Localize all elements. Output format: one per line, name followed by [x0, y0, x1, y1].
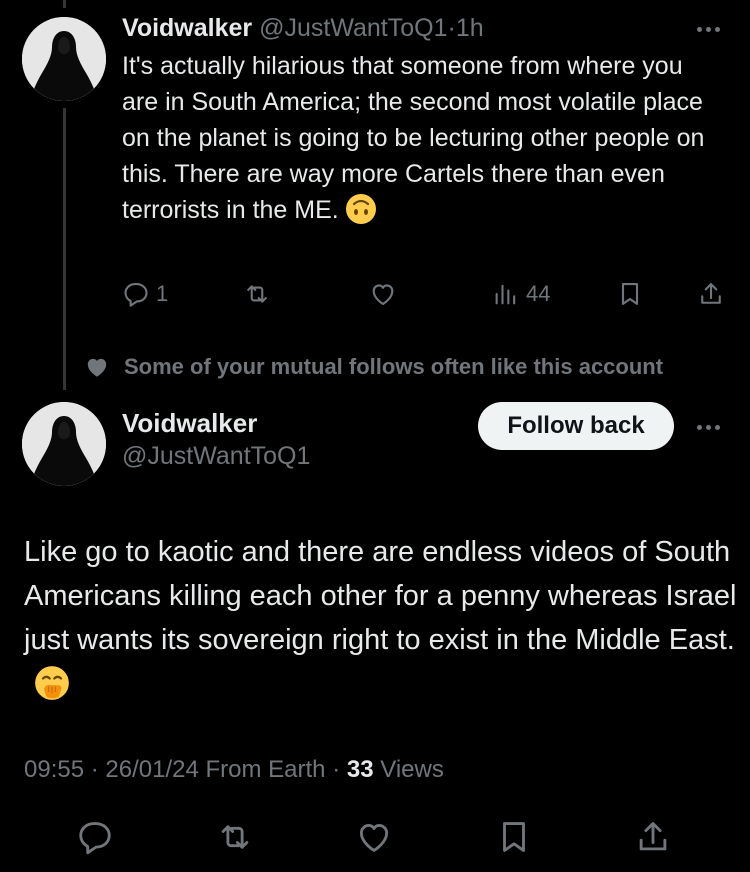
retweet-button[interactable]	[216, 818, 254, 856]
upside-down-face-icon	[345, 194, 376, 224]
face-with-hand-over-mouth-icon	[35, 666, 69, 700]
timestamp[interactable]: 1h	[456, 14, 484, 42]
heart-icon	[87, 358, 107, 377]
hooded-figure-avatar-icon	[22, 17, 106, 101]
views-count[interactable]: 33	[347, 756, 374, 783]
separator: ·	[90, 756, 99, 783]
tweet-source: From Earth	[205, 756, 326, 783]
retweet-icon	[247, 285, 267, 303]
retweet-icon	[221, 825, 249, 849]
more-options-icon[interactable]	[697, 425, 720, 430]
follow-back-button[interactable]: Follow back	[478, 402, 674, 450]
views-button[interactable]: 44	[492, 280, 550, 308]
like-button[interactable]	[355, 818, 393, 856]
reply-icon	[124, 283, 148, 307]
thread-line	[63, 108, 66, 390]
heart-icon	[359, 824, 389, 852]
tweet-time[interactable]: 09:55	[24, 756, 84, 783]
avatar[interactable]	[22, 17, 106, 101]
reply-button[interactable]: 1	[122, 280, 168, 308]
retweet-button[interactable]	[243, 280, 271, 308]
bookmark-icon	[621, 283, 639, 305]
handle[interactable]: @JustWantToQ1	[259, 14, 447, 42]
share-button[interactable]	[697, 280, 725, 308]
separator: ·	[332, 756, 341, 783]
heart-icon	[372, 284, 394, 305]
reply-icon	[79, 822, 111, 855]
avatar[interactable]	[22, 402, 106, 486]
bookmark-button[interactable]	[495, 818, 533, 856]
thread-line-top	[63, 0, 66, 8]
handle[interactable]: @JustWantToQ1	[122, 442, 310, 471]
display-name[interactable]: Voidwalker	[122, 408, 257, 439]
analytics-icon	[495, 284, 516, 305]
reply-count: 1	[156, 281, 169, 306]
tweet-text: It's actually hilarious that someone fro…	[122, 48, 722, 228]
display-name[interactable]: Voidwalker	[122, 14, 252, 42]
views-label[interactable]: Views	[380, 756, 444, 783]
share-button[interactable]	[634, 818, 672, 856]
tweet-date[interactable]: 26/01/24	[105, 756, 198, 783]
reply-button[interactable]	[76, 818, 114, 856]
like-button[interactable]	[369, 280, 397, 308]
bookmark-icon	[503, 822, 525, 852]
tweet-text-body: Like go to kaotic and there are endless …	[24, 536, 737, 656]
views-count: 44	[526, 281, 551, 306]
tweet-text-body: It's actually hilarious that someone fro…	[122, 52, 705, 224]
share-icon	[701, 283, 721, 304]
bookmark-button[interactable]	[616, 280, 644, 308]
social-context: Some of your mutual follows often like t…	[84, 354, 663, 380]
share-icon	[639, 822, 667, 851]
social-context-text: Some of your mutual follows often like t…	[124, 354, 664, 379]
more-options-icon[interactable]	[697, 27, 720, 32]
tweet-meta: 09:55 · 26/01/24 From Earth · 33 Views	[24, 756, 444, 784]
separator: ·	[447, 14, 456, 42]
tweet-text: Like go to kaotic and there are endless …	[24, 530, 739, 706]
tweet-header: Voidwalker @JustWantToQ1·1h	[122, 12, 484, 44]
hooded-figure-avatar-icon	[22, 402, 106, 486]
